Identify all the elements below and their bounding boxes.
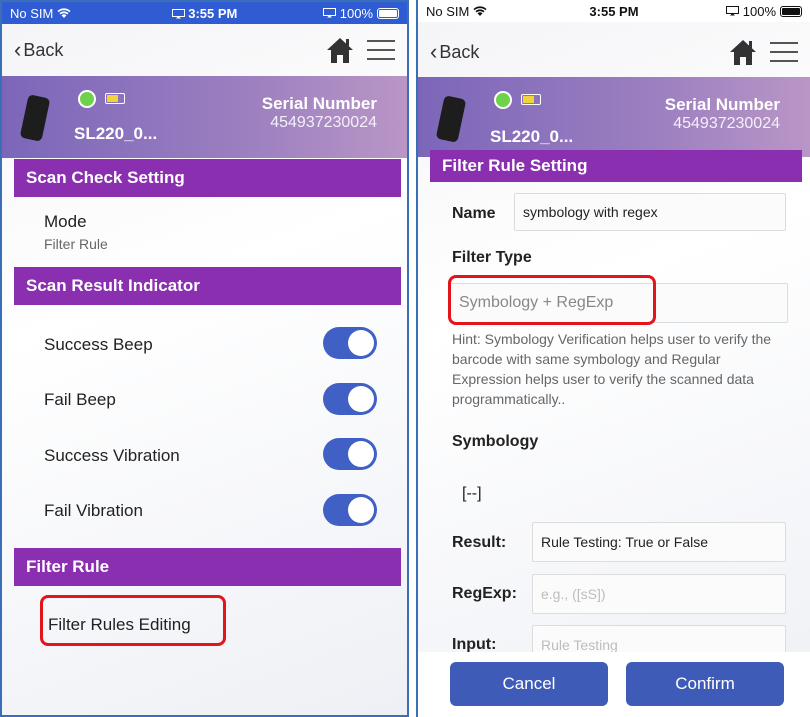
symbology-label: Symbology	[452, 433, 539, 450]
highlight-box	[40, 595, 226, 646]
time-text: 3:55 PM	[188, 5, 238, 21]
name-label: Name	[452, 205, 496, 222]
section-filter-rule-setting: Filter Rule Setting	[430, 150, 802, 182]
back-button[interactable]: ‹ Back	[14, 39, 63, 61]
screen-mirror-icon	[322, 8, 336, 18]
connection-status-icon	[78, 90, 96, 108]
fail-beep-toggle[interactable]	[323, 383, 377, 415]
left-screen: No SIM 3:55 PM 100% ‹ Back SL220_0... Ser…	[0, 0, 409, 717]
connection-status-icon	[494, 91, 512, 109]
scanner-device-icon	[435, 95, 467, 143]
filter-type-label: Filter Type	[452, 249, 532, 266]
section-scan-check-setting: Scan Check Setting	[14, 159, 401, 197]
section-filter-rule: Filter Rule	[14, 548, 401, 586]
chevron-left-icon: ‹	[430, 39, 438, 64]
scanner-device-icon	[19, 94, 51, 142]
status-bar: No SIM 3:55 PM 100%	[2, 2, 407, 24]
back-label: Back	[23, 39, 64, 60]
device-header: SL220_0... Serial Number 454937230024	[2, 76, 407, 158]
home-icon[interactable]	[728, 37, 758, 67]
device-name: SL220_0...	[490, 127, 574, 146]
carrier-text: No SIM	[10, 5, 54, 21]
section-scan-result-indicator: Scan Result Indicator	[14, 267, 401, 305]
menu-icon[interactable]	[367, 38, 395, 62]
wifi-icon	[57, 7, 71, 18]
battery-percent: 100%	[339, 5, 373, 21]
screen-mirror-icon	[725, 6, 739, 16]
confirm-button[interactable]: Confirm	[626, 662, 784, 706]
serial-label: Serial Number	[664, 95, 780, 114]
carrier-text: No SIM	[426, 3, 470, 19]
right-screen: No SIM 3:55 PM 100% ‹ Back SL220_0... Ser…	[416, 0, 810, 717]
result-label: Result:	[452, 534, 507, 551]
nav-bar: ‹ Back	[418, 26, 810, 78]
success-vibration-toggle[interactable]	[323, 438, 377, 470]
filter-type-hint: Hint: Symbology Verification helps user …	[452, 331, 772, 407]
serial-label: Serial Number	[261, 94, 377, 113]
result-output: Rule Testing: True or False	[532, 522, 786, 562]
menu-icon[interactable]	[770, 40, 798, 64]
status-bar: No SIM 3:55 PM 100%	[418, 0, 810, 22]
cancel-button[interactable]: Cancel	[450, 662, 608, 706]
screen-mirror-icon	[171, 8, 185, 18]
back-label: Back	[439, 41, 480, 62]
home-icon[interactable]	[325, 35, 355, 65]
device-battery-icon	[521, 94, 541, 105]
mode-value: Filter Rule	[44, 236, 108, 252]
regexp-label: RegExp:	[452, 585, 517, 602]
device-name: SL220_0...	[74, 124, 158, 143]
battery-icon	[780, 5, 802, 17]
fail-vibration-toggle[interactable]	[323, 494, 377, 526]
device-battery-icon	[105, 93, 125, 104]
regexp-input[interactable]: e.g., ([sS])	[532, 574, 786, 614]
toggle-label: Fail Vibration	[44, 501, 143, 520]
battery-percent: 100%	[742, 3, 776, 19]
toggle-label: Fail Beep	[44, 390, 116, 409]
toggle-label: Success Beep	[44, 335, 153, 354]
chevron-left-icon: ‹	[14, 37, 22, 62]
back-button[interactable]: ‹ Back	[430, 41, 479, 63]
success-beep-toggle[interactable]	[323, 327, 377, 359]
device-header: SL220_0... Serial Number 454937230024	[418, 77, 810, 157]
toggle-label: Success Vibration	[44, 446, 180, 465]
mode-label[interactable]: Mode	[44, 212, 87, 232]
symbology-value[interactable]: [--]	[462, 485, 482, 503]
serial-value: 454937230024	[270, 114, 377, 131]
highlight-box	[448, 275, 656, 325]
wifi-icon	[473, 5, 487, 16]
serial-value: 454937230024	[673, 115, 780, 132]
name-input[interactable]: symbology with regex	[514, 193, 786, 231]
nav-bar: ‹ Back	[2, 24, 407, 76]
battery-icon	[377, 7, 399, 19]
